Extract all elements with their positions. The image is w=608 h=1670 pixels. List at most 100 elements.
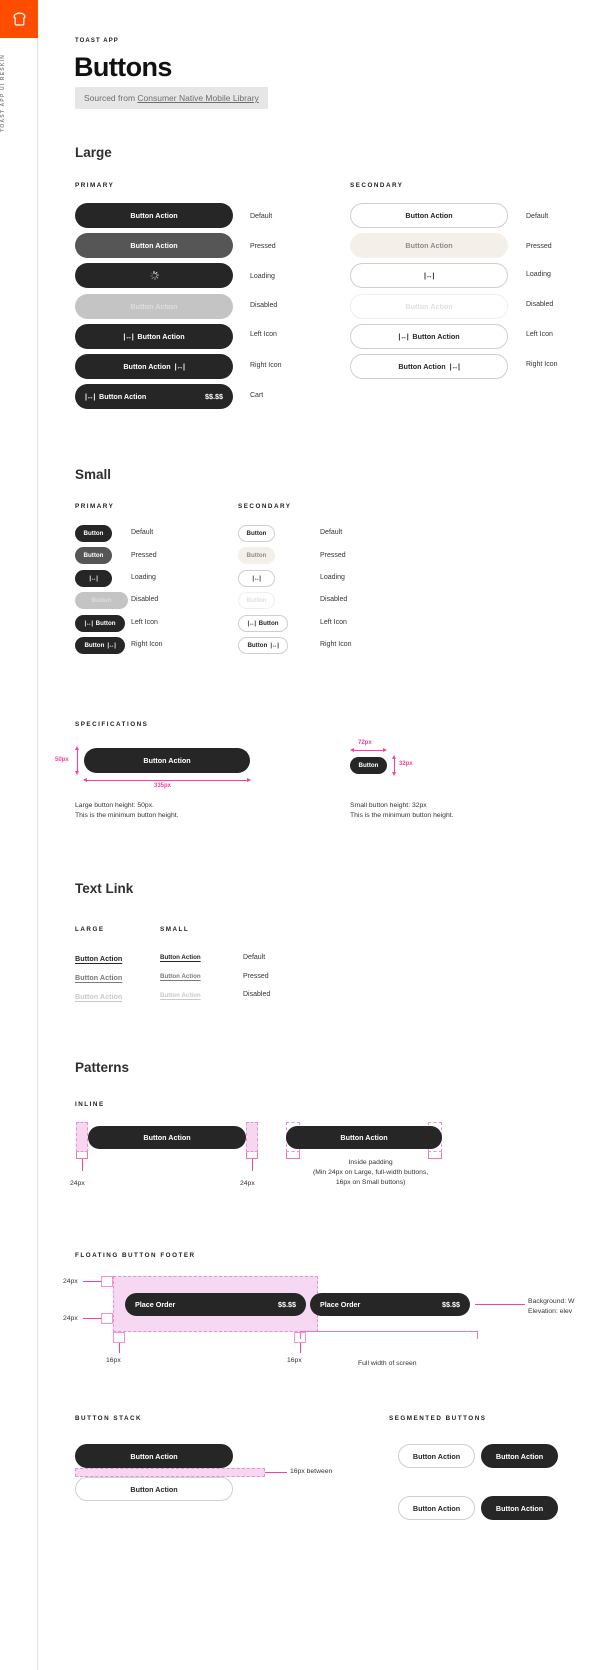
- large-primary-pressed-button[interactable]: Button Action: [75, 233, 233, 258]
- floating-place-order-button-2[interactable]: Place Order $$.$$: [310, 1293, 470, 1316]
- spec-small-button: Button: [350, 757, 387, 774]
- small-secondary-righticon-button[interactable]: Button |↔|: [238, 637, 288, 654]
- inline-note-1: Inside padding: [348, 1159, 393, 1166]
- segmented-subhead: SEGMENTED BUTTONS: [389, 1415, 487, 1422]
- floating-bottom-label: 24px: [63, 1315, 78, 1322]
- floating-left-label: 16px: [106, 1357, 121, 1364]
- small-secondary-lefticon-button[interactable]: |↔| Button: [238, 615, 288, 632]
- small-secondary-subhead: SECONDARY: [238, 503, 292, 510]
- toast-logo-icon: [12, 12, 26, 26]
- textlink-small-default[interactable]: Button Action: [160, 954, 201, 961]
- segmented-primary-button-2[interactable]: Button Action: [481, 1496, 558, 1520]
- small-secondary-righticon-label: Right Icon: [320, 641, 352, 648]
- textlink-large-default[interactable]: Button Action: [75, 954, 122, 963]
- spec-arrow-down: [391, 772, 396, 776]
- button-label: Button Action: [130, 302, 178, 311]
- textlink-large-pressed[interactable]: Button Action: [75, 973, 122, 982]
- stack-gap-label: 16px between: [290, 1468, 333, 1475]
- floating-top-leader: [83, 1281, 101, 1282]
- button-label: Button Action: [143, 1133, 191, 1142]
- left-rail: TOAST APP UI RESKIN: [0, 0, 38, 1670]
- button-label: Button: [84, 642, 105, 649]
- small-secondary-pressed-button[interactable]: Button: [238, 547, 275, 564]
- place-order-label: Place Order: [320, 1300, 361, 1309]
- arrows-horizontal-icon: |↔|: [398, 332, 409, 341]
- inline-left-button[interactable]: Button Action: [88, 1126, 246, 1149]
- inline-right-padding-label: 24px: [240, 1180, 255, 1187]
- button-label: Button: [246, 530, 267, 537]
- floating-place-order-button[interactable]: Place Order $$.$$: [125, 1293, 306, 1316]
- button-label: Button Action: [405, 211, 453, 220]
- spec-large-height-line: [77, 748, 78, 773]
- textlink-disabled-label: Disabled: [243, 991, 271, 998]
- floating-button-content: Place Order $$.$$: [125, 1293, 306, 1316]
- large-secondary-lefticon-button[interactable]: |↔| Button Action: [350, 324, 508, 349]
- large-secondary-righticon-button[interactable]: Button Action |↔|: [350, 354, 508, 379]
- large-secondary-loading-button[interactable]: |↔|: [350, 263, 508, 288]
- arrows-horizontal-icon: |↔|: [123, 332, 134, 341]
- button-label: Button Action: [412, 332, 460, 341]
- large-primary-disabled-button: Button Action: [75, 294, 233, 319]
- toast-logo-button[interactable]: [0, 0, 38, 38]
- large-secondary-subhead: SECONDARY: [350, 182, 404, 189]
- sourced-link[interactable]: Consumer Native Mobile Library: [137, 93, 258, 103]
- floating-bottom-bracket: [101, 1313, 113, 1324]
- small-primary-righticon-label: Right Icon: [131, 641, 163, 648]
- fullwidth-bracket: [300, 1331, 478, 1339]
- stack-secondary-button[interactable]: Button Action: [75, 1477, 233, 1501]
- segmented-primary-button-1[interactable]: Button Action: [481, 1444, 558, 1468]
- inline-left-padding-label: 24px: [70, 1180, 85, 1187]
- arrows-horizontal-icon: |↔|: [84, 620, 93, 627]
- small-secondary-default-button[interactable]: Button: [238, 525, 275, 542]
- large-primary-subhead: PRIMARY: [75, 182, 115, 189]
- button-label: Button Action: [340, 1133, 388, 1142]
- inline-right-bracket: [246, 1152, 258, 1159]
- floating-bg-note-1: Background: W: [528, 1298, 575, 1305]
- large-primary-loading-button[interactable]: [75, 263, 233, 288]
- spec-large-note-2: This is the minimum button height.: [75, 812, 179, 820]
- floating-right-label: 16px: [287, 1357, 302, 1364]
- large-secondary-default-button[interactable]: Button Action: [350, 203, 508, 228]
- inline-left-bracket: [76, 1152, 88, 1159]
- large-primary-default-button[interactable]: Button Action: [75, 203, 233, 228]
- large-secondary-pressed-button[interactable]: Button Action: [350, 233, 508, 258]
- stack-primary-button[interactable]: Button Action: [75, 1444, 233, 1468]
- cart-button-content: |↔| Button Action $$.$$: [75, 384, 233, 409]
- large-primary-lefticon-button[interactable]: |↔| Button Action: [75, 324, 233, 349]
- cart-price: $$.$$: [205, 392, 223, 401]
- inline-inside-padding-note: Inside padding (Min 24px on Large, full-…: [313, 1158, 428, 1189]
- small-primary-loading-label: Loading: [131, 574, 156, 581]
- floating-right-leader: [299, 1343, 301, 1353]
- arrows-horizontal-icon: |↔|: [247, 620, 256, 627]
- button-label: Button Action: [130, 211, 178, 220]
- segmented-secondary-button-1[interactable]: Button Action: [398, 1444, 475, 1468]
- button-stack-subhead: BUTTON STACK: [75, 1415, 143, 1422]
- small-primary-loading-button[interactable]: |↔|: [75, 570, 112, 587]
- arrows-horizontal-icon: |↔|: [107, 642, 116, 649]
- textlink-default-label: Default: [243, 954, 266, 961]
- button-label: Button Action: [143, 756, 191, 765]
- small-primary-righticon-button[interactable]: Button |↔|: [75, 637, 125, 654]
- small-primary-subhead: PRIMARY: [75, 503, 115, 510]
- small-primary-default-button[interactable]: Button: [75, 525, 112, 542]
- textlink-small-pressed[interactable]: Button Action: [160, 973, 201, 980]
- small-secondary-disabled-label: Disabled: [320, 596, 348, 603]
- large-secondary-loading-label: Loading: [526, 271, 551, 278]
- small-primary-pressed-button[interactable]: Button: [75, 547, 112, 564]
- arrows-horizontal-icon: |↔|: [252, 575, 261, 582]
- segmented-secondary-button-2[interactable]: Button Action: [398, 1496, 475, 1520]
- button-label: Button Action: [495, 1451, 544, 1461]
- large-secondary-default-label: Default: [526, 213, 549, 220]
- large-primary-righticon-button[interactable]: Button Action |↔|: [75, 354, 233, 379]
- small-secondary-loading-button[interactable]: |↔|: [238, 570, 275, 587]
- spec-arrow-up: [391, 755, 396, 759]
- textlink-pressed-label: Pressed: [243, 973, 269, 980]
- arrows-horizontal-icon: |↔|: [423, 271, 434, 280]
- inline-note-2: (Min 24px on Large, full-width buttons,: [313, 1169, 429, 1177]
- large-primary-cart-button[interactable]: |↔| Button Action $$.$$: [75, 384, 233, 409]
- section-textlink-title: Text Link: [75, 881, 134, 896]
- small-primary-lefticon-button[interactable]: |↔| Button: [75, 615, 125, 632]
- inline2-button[interactable]: Button Action: [286, 1126, 442, 1149]
- small-secondary-default-label: Default: [320, 529, 343, 536]
- page-title: Buttons: [74, 52, 172, 82]
